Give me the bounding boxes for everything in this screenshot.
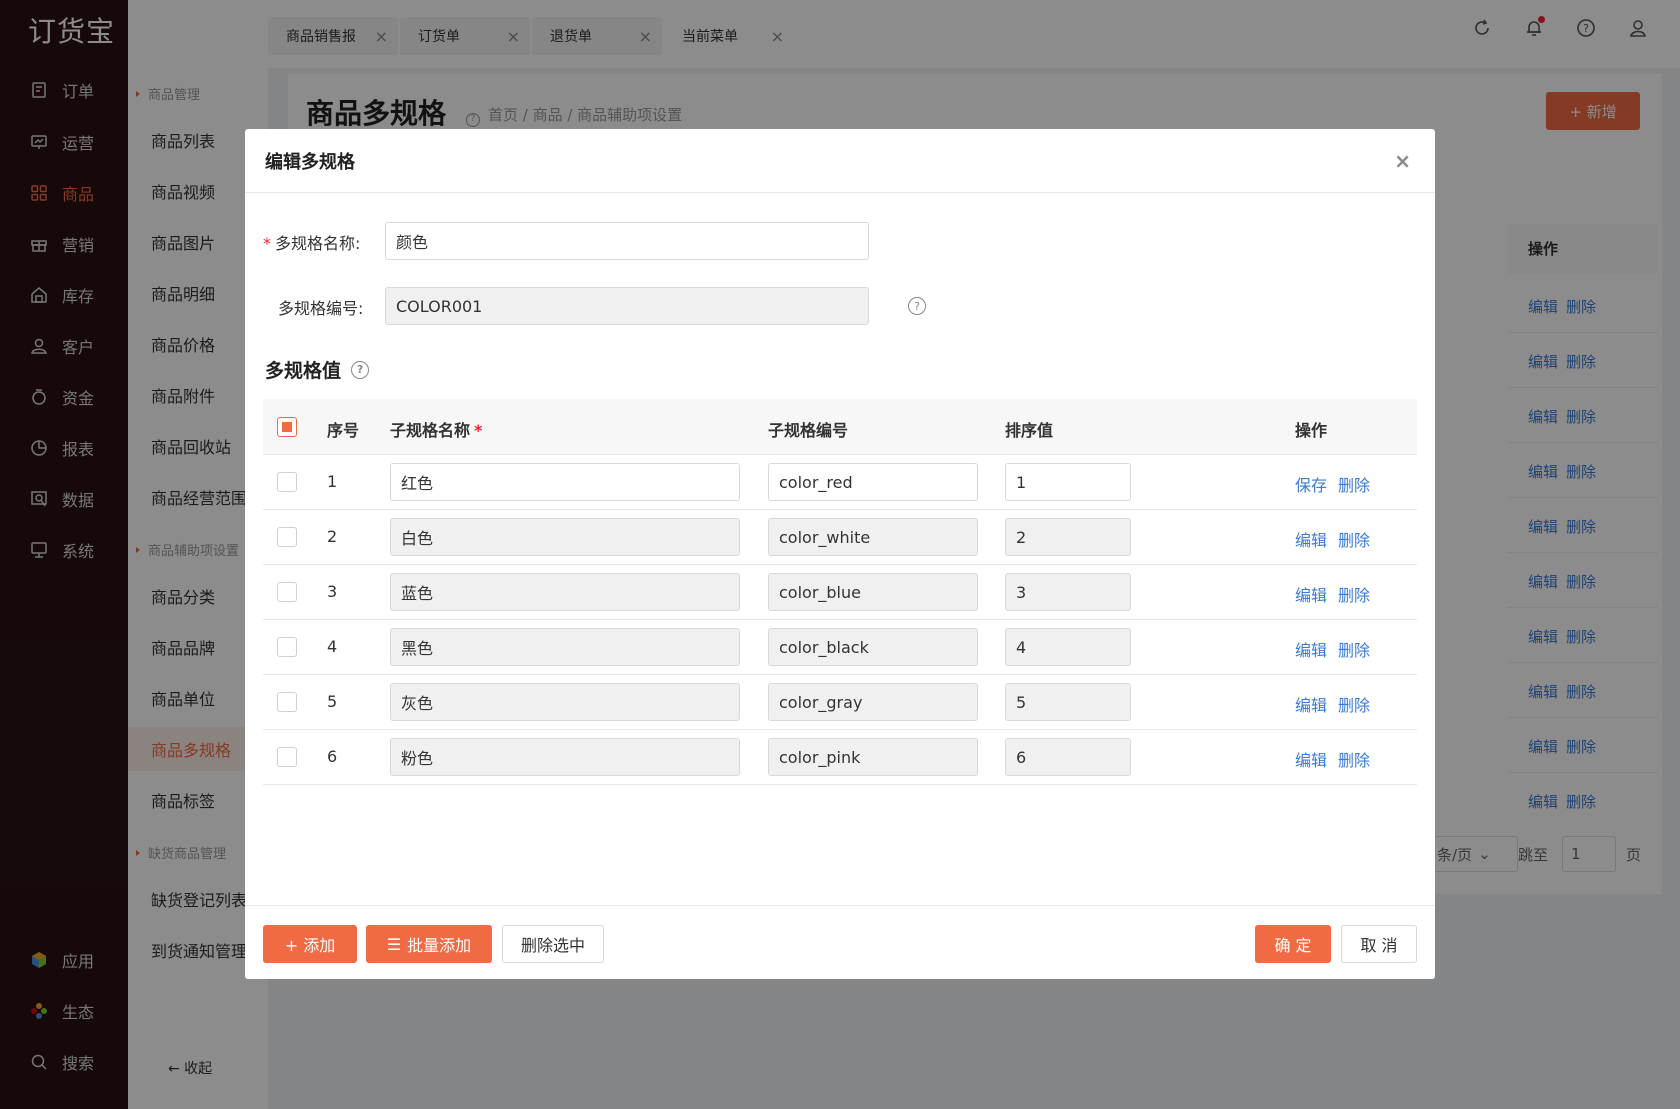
spec-name-label-text: 多规格名称: — [275, 234, 361, 253]
table-row: 5 灰色 color_gray 5 编辑 删除 — [263, 675, 1417, 730]
select-all-checkbox[interactable] — [277, 417, 297, 437]
spec-name-input[interactable]: 颜色 — [385, 222, 869, 260]
delete-link[interactable]: 删除 — [1338, 527, 1370, 551]
table-row: 3 蓝色 color_blue 3 编辑 删除 — [263, 565, 1417, 620]
cancel-button[interactable]: 取 消 — [1341, 925, 1417, 963]
edit-link[interactable]: 编辑 — [1295, 637, 1327, 661]
col-name-text: 子规格名称 — [390, 421, 471, 440]
delete-link[interactable]: 删除 — [1338, 582, 1370, 606]
sub-spec-name-input[interactable]: 红色 — [390, 463, 740, 501]
edit-link[interactable]: 编辑 — [1295, 582, 1327, 606]
spec-code-label: 多规格编号: — [278, 299, 364, 318]
list-add-icon: ☰ — [386, 934, 402, 954]
sort-value-input[interactable]: 6 — [1005, 738, 1131, 776]
edit-link[interactable]: 编辑 — [1295, 692, 1327, 716]
sub-spec-name-input[interactable]: 白色 — [390, 518, 740, 556]
sub-spec-name-input[interactable]: 粉色 — [390, 738, 740, 776]
row-index: 2 — [327, 527, 338, 546]
row-checkbox[interactable] — [277, 637, 297, 657]
col-ops: 操作 — [1295, 421, 1328, 440]
batch-add-label: 批量添加 — [407, 936, 472, 955]
row-checkbox[interactable] — [277, 527, 297, 547]
sub-spec-code-input[interactable]: color_black — [768, 628, 978, 666]
delete-link[interactable]: 删除 — [1338, 747, 1370, 771]
row-checkbox[interactable] — [277, 692, 297, 712]
table-row: 1 红色 color_red 1 保存 删除 — [263, 455, 1417, 510]
sort-value-input[interactable]: 5 — [1005, 683, 1131, 721]
add-button[interactable]: + 添加 — [263, 925, 357, 963]
modal-header: 编辑多规格 × — [245, 129, 1435, 193]
row-index: 1 — [327, 472, 338, 491]
row-checkbox[interactable] — [277, 582, 297, 602]
save-link[interactable]: 保存 — [1295, 472, 1327, 496]
row-checkbox[interactable] — [277, 747, 297, 767]
sub-spec-code-input[interactable]: color_white — [768, 518, 978, 556]
row-index: 6 — [327, 747, 338, 766]
col-sort: 排序值 — [1005, 421, 1054, 440]
sub-spec-name-input[interactable]: 蓝色 — [390, 573, 740, 611]
spec-code-input[interactable]: COLOR001 — [385, 287, 869, 325]
row-checkbox[interactable] — [277, 472, 297, 492]
delete-selected-button[interactable]: 删除选中 — [502, 925, 604, 963]
row-index: 3 — [327, 582, 338, 601]
help-icon[interactable]: ? — [351, 360, 370, 379]
sub-spec-code-input[interactable]: color_red — [768, 463, 978, 501]
edit-link[interactable]: 编辑 — [1295, 527, 1327, 551]
edit-spec-modal: 编辑多规格 × * 多规格名称: 颜色 多规格编号: COLOR001 ? 多规格… — [245, 129, 1435, 979]
sort-value-input[interactable]: 2 — [1005, 518, 1131, 556]
spec-name-label: * 多规格名称: — [263, 230, 360, 254]
col-index: 序号 — [327, 421, 360, 440]
row-index: 5 — [327, 692, 338, 711]
modal-footer: + 添加 ☰ 批量添加 删除选中 确 定 取 消 — [245, 905, 1435, 979]
delete-link[interactable]: 删除 — [1338, 472, 1370, 496]
delete-link[interactable]: 删除 — [1338, 637, 1370, 661]
confirm-button[interactable]: 确 定 — [1255, 925, 1331, 963]
row-index: 4 — [327, 637, 338, 656]
sub-spec-name-input[interactable]: 灰色 — [390, 683, 740, 721]
required-mark: * — [474, 421, 483, 440]
table-row: 6 粉色 color_pink 6 编辑 删除 — [263, 730, 1417, 785]
required-mark: * — [263, 234, 271, 253]
help-icon[interactable]: ? — [908, 297, 926, 315]
close-icon[interactable]: × — [1394, 149, 1411, 173]
delete-link[interactable]: 删除 — [1338, 692, 1370, 716]
edit-link[interactable]: 编辑 — [1295, 747, 1327, 771]
modal-title: 编辑多规格 — [265, 151, 355, 173]
sort-value-input[interactable]: 4 — [1005, 628, 1131, 666]
sub-spec-code-input[interactable]: color_blue — [768, 573, 978, 611]
col-code: 子规格编号 — [768, 421, 849, 440]
table-row: 2 白色 color_white 2 编辑 删除 — [263, 510, 1417, 565]
col-name: 子规格名称 * — [390, 417, 482, 441]
spec-table-header: 序号 子规格名称 * 子规格编号 排序值 操作 — [263, 399, 1417, 455]
sub-spec-code-input[interactable]: color_gray — [768, 683, 978, 721]
spec-values-title: 多规格值? — [265, 356, 370, 383]
sub-spec-code-input[interactable]: color_pink — [768, 738, 978, 776]
table-row: 4 黑色 color_black 4 编辑 删除 — [263, 620, 1417, 675]
sort-value-input[interactable]: 1 — [1005, 463, 1131, 501]
sub-spec-name-input[interactable]: 黑色 — [390, 628, 740, 666]
sort-value-input[interactable]: 3 — [1005, 573, 1131, 611]
batch-add-button[interactable]: ☰ 批量添加 — [366, 925, 492, 963]
section-title-text: 多规格值 — [265, 360, 342, 382]
